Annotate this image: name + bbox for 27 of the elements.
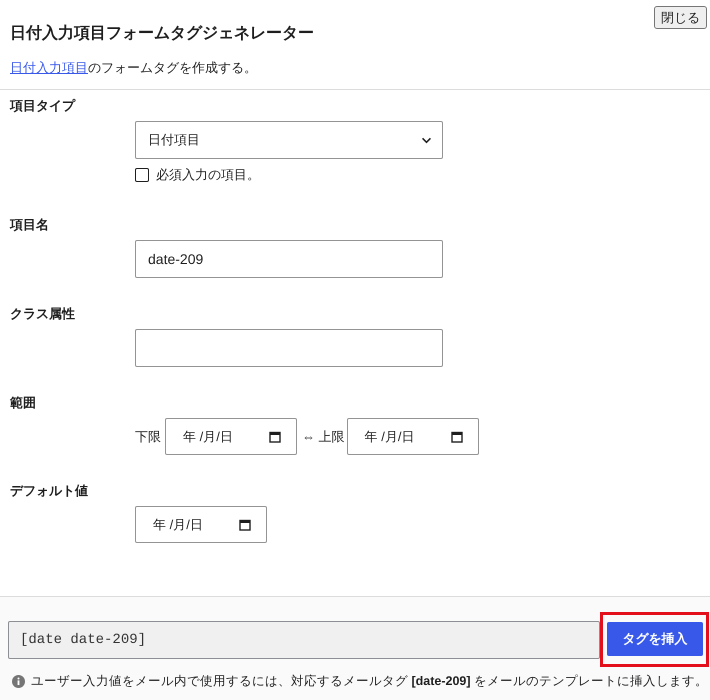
calendar-icon: [450, 430, 463, 442]
description-text: 日付入力項目 のフォームタグを作成する。: [0, 58, 710, 90]
upper-limit-label: ⇔ 上限: [302, 428, 345, 446]
calendar-icon: [239, 518, 251, 530]
insert-tag-button[interactable]: タグを挿入: [607, 622, 703, 656]
text-field[interactable]: date-209: [135, 240, 443, 278]
chevron-down-icon: [421, 136, 432, 144]
date-field[interactable]: 年 /月/日: [346, 418, 479, 455]
lower-limit-label: 下限: [135, 428, 161, 446]
field-label: デフォルト値: [9, 482, 89, 500]
type-select[interactable]: 日付項目: [135, 121, 443, 159]
text-field[interactable]: [135, 329, 443, 367]
mail-tag-note: ユーザー入力値をメール内で使用するには、対応するメールタグ [date-209] をメールのテンプレートに挿入します。: [31, 673, 708, 690]
field-label: 項目タイプ: [8, 97, 77, 115]
info-icon: [12, 674, 25, 688]
dialog-title: 日付入力項目フォームタグジェネレーター: [10, 23, 314, 44]
required-checkbox[interactable]: [135, 168, 149, 182]
close-button[interactable]: 閉じる: [654, 6, 707, 29]
field-label: 項目名: [8, 216, 50, 234]
required-label: 必須入力の項目。: [156, 166, 260, 184]
calendar-icon: [269, 430, 281, 442]
tag-output-field[interactable]: [date date-209]: [8, 620, 600, 658]
field-label: クラス属性: [9, 305, 76, 323]
date-field[interactable]: 年 /月/日: [165, 418, 297, 455]
date-field[interactable]: 年 /月/日: [135, 506, 267, 543]
field-label: 範囲: [9, 394, 37, 412]
field-type-link[interactable]: 日付入力項目: [10, 60, 88, 75]
